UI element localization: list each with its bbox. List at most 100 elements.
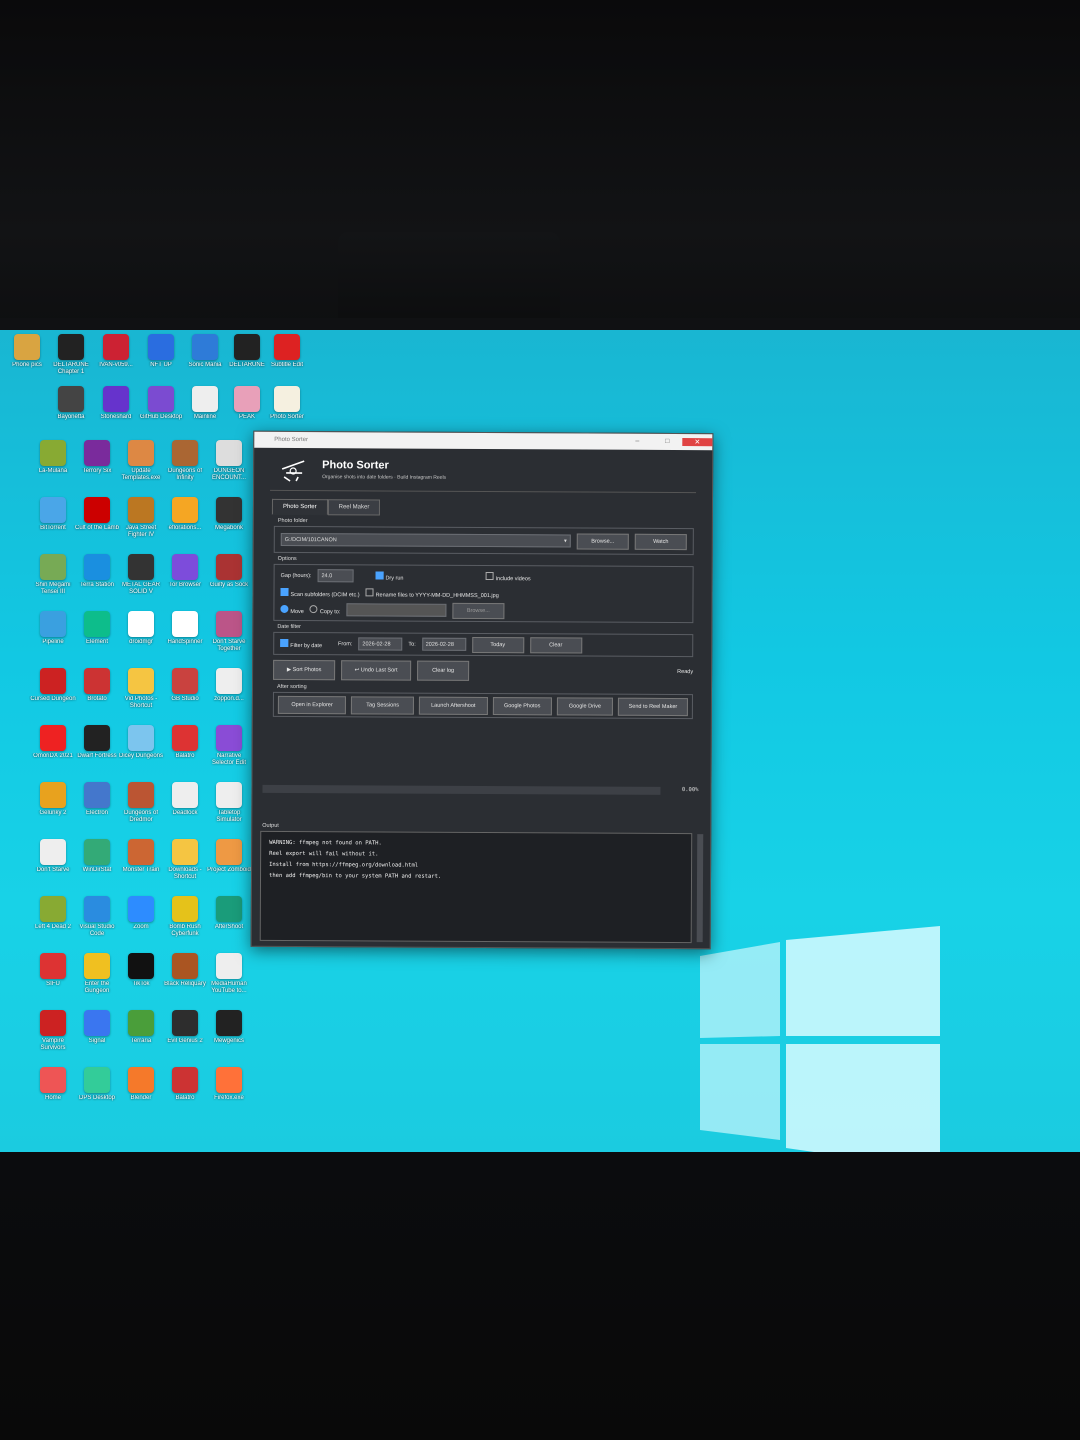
desktop-icon[interactable]: BitTorrent	[30, 497, 76, 557]
desktop-icon[interactable]: DPS Desktop	[74, 1067, 120, 1127]
filter-by-date-checkbox[interactable]: Filter by date	[280, 638, 322, 649]
desktop-icon[interactable]: WinDirStat	[74, 839, 120, 899]
desktop-icon[interactable]: Enter the Gungeon	[74, 953, 120, 1013]
desktop-icon[interactable]: Megabonk	[206, 497, 252, 557]
desktop-icon[interactable]: Balatro	[162, 1067, 208, 1127]
include-videos-checkbox[interactable]: Include videos	[485, 571, 531, 582]
after-sorting-button[interactable]: Launch Aftershoot	[419, 696, 488, 715]
after-sorting-button[interactable]: Open in Explorer	[277, 695, 347, 714]
desktop-icon[interactable]: OmoriDX 2021	[30, 725, 76, 785]
desktop-icon[interactable]: Home	[30, 1067, 76, 1127]
output-scrollbar[interactable]	[696, 834, 704, 943]
desktop-icon[interactable]: Dicey Dungeons	[118, 725, 164, 785]
desktop-icon[interactable]: IVAN-v059...	[93, 334, 139, 394]
desktop-icon[interactable]: Don't Starve	[30, 839, 76, 899]
today-button[interactable]: Today	[471, 636, 524, 653]
copy-browse-button[interactable]: Browse...	[452, 602, 505, 619]
clear-log-button[interactable]: Clear log	[417, 660, 470, 681]
desktop-icon[interactable]: Terra Station	[74, 554, 120, 614]
maximize-icon[interactable]: □	[652, 438, 682, 446]
desktop-icon[interactable]: Terrory Six	[74, 440, 120, 500]
rename-files-checkbox[interactable]: Rename files to YYYY-MM-DD_HHMMSS_001.jp…	[365, 587, 499, 599]
after-sorting-button[interactable]: Google Drive	[556, 696, 613, 716]
desktop-icon[interactable]: Mewgenics	[206, 1010, 252, 1070]
from-date-field[interactable]: 2026-02-28	[358, 637, 403, 651]
desktop-icon[interactable]: GB Studio	[162, 668, 208, 728]
minimize-icon[interactable]: –	[622, 438, 652, 446]
desktop-icon[interactable]: SIFU	[30, 953, 76, 1013]
desktop-icon[interactable]: Narrative Selector Edit	[206, 725, 252, 785]
desktop-icon[interactable]: Black Reliquary	[162, 953, 208, 1013]
desktop-icon[interactable]: Dwarf Fortress	[74, 725, 120, 785]
desktop-icon[interactable]: Project Zomboid	[206, 839, 252, 899]
desktop-icon[interactable]: Don't Starve Together	[206, 611, 252, 671]
desktop-icon[interactable]: Sonic Mania	[182, 334, 228, 394]
desktop-icon[interactable]: La-Mulana	[30, 440, 76, 500]
close-icon[interactable]: ✕	[682, 438, 713, 447]
desktop-icon[interactable]: Tor Browser	[162, 554, 208, 614]
desktop-icon[interactable]: Tabletop Simulator	[206, 782, 252, 842]
sort-photos-button[interactable]: ▶ Sort Photos	[273, 659, 336, 681]
output-log[interactable]: WARNING: ffmpeg not found on PATH. Reel …	[259, 830, 704, 944]
browse-button[interactable]: Browse...	[576, 532, 629, 550]
gap-spinbox[interactable]: 24.0	[317, 569, 354, 583]
desktop-icon[interactable]: Dungeons of Dredmor	[118, 782, 164, 842]
desktop-icon[interactable]: zoppon.d...	[206, 668, 252, 728]
desktop-icon[interactable]: Visual Studio Code	[74, 896, 120, 956]
desktop-icon[interactable]: METAL GEAR SOLID V	[118, 554, 164, 614]
desktop-icon[interactable]: TikTok	[118, 953, 164, 1013]
desktop-icon[interactable]: Terraria	[118, 1010, 164, 1070]
desktop-icon[interactable]: Cursed Dungeon	[30, 668, 76, 728]
tab-photo-sorter[interactable]: Photo Sorter	[271, 498, 328, 516]
desktop-icon[interactable]: Stoneshard	[93, 386, 139, 446]
watch-button[interactable]: Watch	[634, 533, 687, 550]
desktop-icon[interactable]: Gelunky 2	[30, 782, 76, 842]
desktop-icon[interactable]: MediaHuman YouTube to...	[206, 953, 252, 1013]
desktop-icon[interactable]: Signal	[74, 1010, 120, 1070]
desktop-icon[interactable]: Firefox.exe	[206, 1067, 252, 1127]
desktop-icon[interactable]: Guilty as Sock	[206, 554, 252, 614]
desktop-icon[interactable]: Bayonetta	[48, 386, 94, 446]
desktop-icon[interactable]: droidmgr	[118, 611, 164, 671]
desktop-icon[interactable]: Vid Photos - Shortcut	[118, 668, 164, 728]
clear-date-button[interactable]: Clear	[529, 636, 582, 654]
desktop-icon[interactable]: Pipeline	[30, 611, 76, 671]
desktop-icon[interactable]: Evil Genius 2	[162, 1010, 208, 1070]
desktop-icon[interactable]: Bomb Rush Cyberfunk	[162, 896, 208, 956]
desktop-icon[interactable]: Deadlock	[162, 782, 208, 842]
desktop-icon[interactable]: Cult of the Lamb	[74, 497, 120, 557]
desktop-icon[interactable]: Zoom	[118, 896, 164, 956]
to-date-field[interactable]: 2026-02-28	[421, 637, 466, 651]
desktop-icon[interactable]: Left 4 Dead 2	[30, 896, 76, 956]
copy-to-radio[interactable]: Copy to:	[309, 604, 341, 615]
after-sorting-button[interactable]: Google Photos	[492, 696, 552, 715]
desktop-icon[interactable]: Monster Train	[118, 839, 164, 899]
desktop-icon[interactable]: Element	[74, 611, 120, 671]
desktop-icon[interactable]: Vampire Survivors	[30, 1010, 76, 1070]
scan-subfolders-checkbox[interactable]: Scan subfolders (DCIM etc.)	[280, 587, 360, 598]
desktop-icon[interactable]: eflorations...	[162, 497, 208, 557]
desktop-icon[interactable]: Downloads - Shortcut	[162, 839, 208, 899]
dry-run-checkbox[interactable]: Dry run	[375, 570, 404, 581]
desktop-icon[interactable]: Java Street Fighter IV	[118, 497, 164, 557]
move-radio[interactable]: Move	[280, 604, 304, 615]
copy-to-field[interactable]	[346, 603, 447, 617]
desktop-icon[interactable]: Update Templates.exe	[118, 440, 164, 500]
tab-reel-maker[interactable]: Reel Maker	[327, 499, 381, 516]
desktop-icon[interactable]: Dungeons of Infinity	[162, 440, 208, 500]
desktop-icon[interactable]: Brotato	[74, 668, 120, 728]
desktop-icon[interactable]: NFT UP	[138, 334, 184, 394]
desktop-icon[interactable]: Shin Megami Tensei III	[30, 554, 76, 614]
after-sorting-button[interactable]: Tag Sessions	[351, 695, 415, 715]
desktop-icon[interactable]: Subtitle Edit	[264, 334, 310, 394]
desktop-icon[interactable]: Mainline	[182, 386, 228, 446]
desktop-icon[interactable]: DUNGEON ENCOUNT...	[206, 440, 252, 500]
desktop-icon[interactable]: GitHub Desktop	[138, 386, 184, 446]
desktop-icon[interactable]: DELTARUNE Chapter 1	[48, 334, 94, 394]
desktop-icon[interactable]: Phone pics	[4, 334, 50, 394]
desktop-icon[interactable]: HandSpinner	[162, 611, 208, 671]
after-sorting-button[interactable]: Send to Reel Maker	[617, 697, 688, 716]
desktop-icon[interactable]: AfterShoot	[206, 896, 252, 956]
desktop-icon[interactable]: Electron	[74, 782, 120, 842]
desktop-icon[interactable]: Balatro	[162, 725, 208, 785]
